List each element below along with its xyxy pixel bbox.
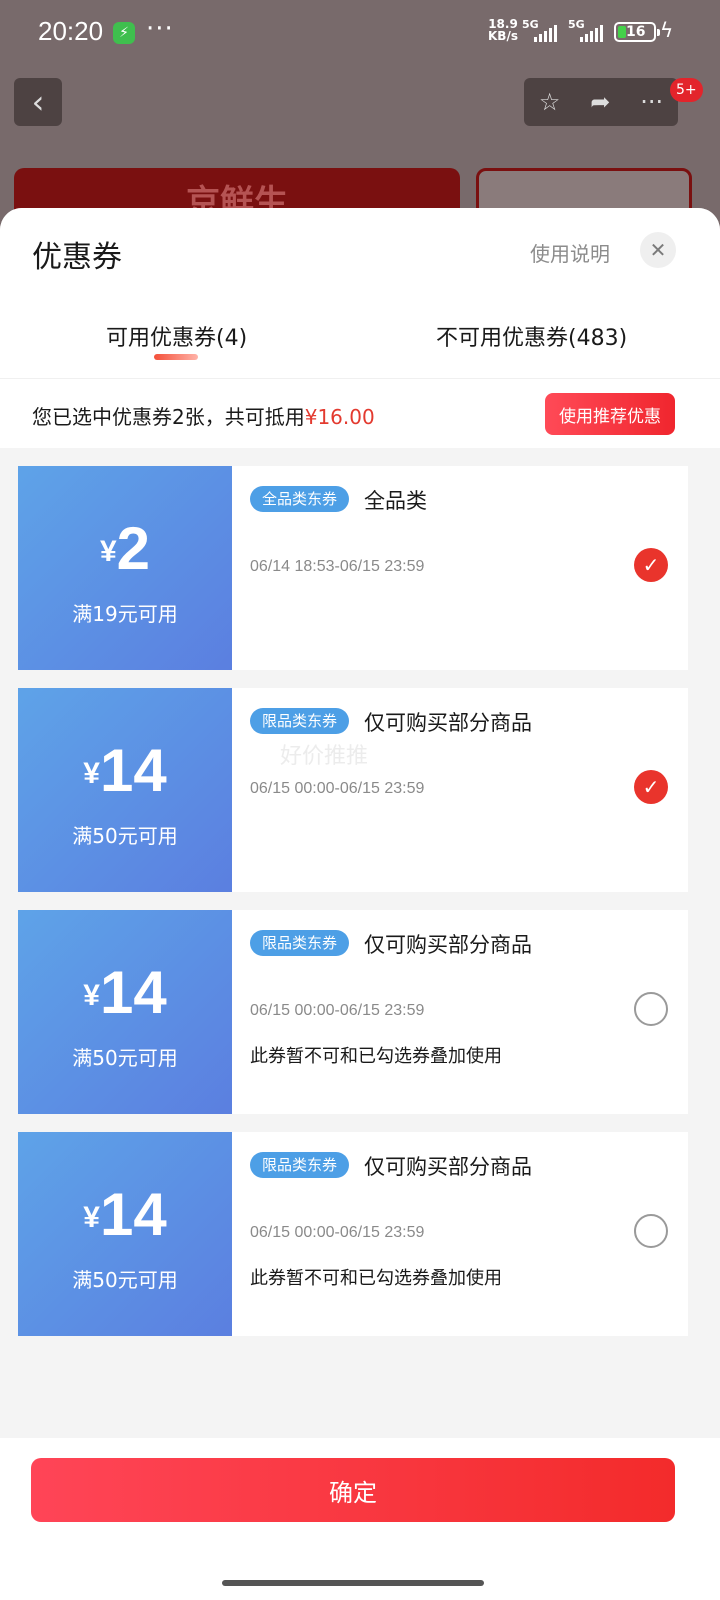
coupon-title: 全品类 xyxy=(364,489,427,513)
usage-instructions-link[interactable]: 使用说明 xyxy=(530,238,610,267)
coupon-checkbox-checked[interactable]: ✓ xyxy=(634,548,668,582)
coupon-title: 仅可购买部分商品 xyxy=(364,1155,532,1179)
coupon-value-panel: ¥14 满50元可用 xyxy=(14,688,232,892)
use-recommended-button[interactable]: 使用推荐优惠 xyxy=(545,393,675,435)
coupon-tag: 限品类东券 xyxy=(250,930,350,956)
coupon-details: 限品类东券 仅可购买部分商品 06/15 00:00-06/15 23:59 此… xyxy=(232,910,688,1114)
coupon-card[interactable]: ¥14 满50元可用 限品类东券 仅可购买部分商品 06/15 00:00-06… xyxy=(14,910,688,1114)
network-speed-unit: KB/s xyxy=(488,29,518,43)
coupon-list: ¥2 满19元可用 全品类东券 全品类 06/14 18:53-06/15 23… xyxy=(14,466,688,1354)
confirm-button[interactable]: 确定 xyxy=(31,1458,675,1522)
coupon-amount-value: 14 xyxy=(99,1181,167,1248)
coupon-stack-note: 此券暂不可和已勾选券叠加使用 xyxy=(250,1046,502,1067)
currency-symbol: ¥ xyxy=(83,757,100,790)
charging-app-icon: ⚡ xyxy=(113,22,135,44)
coupon-tag: 限品类东券 xyxy=(250,1152,350,1178)
top-action-group: ☆ ➦ ··· xyxy=(524,78,678,126)
coupon-amount: ¥2 xyxy=(18,514,232,583)
coupon-validity: 06/14 18:53-06/15 23:59 xyxy=(250,558,425,575)
coupon-value-panel: ¥14 满50元可用 xyxy=(14,1132,232,1336)
coupon-checkbox-checked[interactable]: ✓ xyxy=(634,770,668,804)
coupon-checkbox-unchecked[interactable] xyxy=(634,1214,668,1248)
star-icon[interactable]: ☆ xyxy=(539,88,561,116)
coupon-details: 限品类东券 仅可购买部分商品 06/15 00:00-06/15 23:59 此… xyxy=(232,1132,688,1336)
status-bar: 20:20 ⚡ ··· 18.9 KB/s 5G 5G 16 ϟ xyxy=(0,0,720,66)
close-button[interactable]: ✕ xyxy=(640,232,676,268)
coupon-amount: ¥14 xyxy=(18,1180,232,1249)
watermark: 好价推推 xyxy=(280,744,369,769)
status-time: 20:20 xyxy=(38,16,104,46)
tab-unavailable-coupons[interactable]: 不可用优惠券(483) xyxy=(436,320,627,352)
coupon-validity: 06/15 00:00-06/15 23:59 xyxy=(250,780,425,797)
coupon-amount-value: 2 xyxy=(116,515,151,582)
home-indicator[interactable] xyxy=(222,1580,484,1586)
coupon-checkbox-unchecked[interactable] xyxy=(634,992,668,1026)
coupon-title: 仅可购买部分商品 xyxy=(364,711,532,735)
selection-summary: 您已选中优惠券2张，共可抵用¥16.00 使用推荐优惠 xyxy=(0,378,720,448)
message-badge: 5+ xyxy=(670,78,703,102)
coupon-details: 全品类东券 全品类 06/14 18:53-06/15 23:59 ✓ xyxy=(232,466,688,670)
more-notifications-icon: ··· xyxy=(146,14,174,44)
coupon-condition: 满19元可用 xyxy=(72,602,178,626)
coupon-condition: 满50元可用 xyxy=(72,824,178,848)
back-button[interactable]: ‹ xyxy=(14,78,62,126)
currency-symbol: ¥ xyxy=(99,535,117,568)
summary-prefix: 您已选中优惠券2张，共可抵用 xyxy=(32,405,305,429)
coupon-amount-value: 14 xyxy=(99,737,167,804)
coupon-tag: 限品类东券 xyxy=(250,708,350,734)
signal-icon: 5G xyxy=(568,18,606,44)
coupon-card[interactable]: ¥2 满19元可用 全品类东券 全品类 06/14 18:53-06/15 23… xyxy=(14,466,688,670)
bottom-action-area: 确定 xyxy=(0,1438,720,1600)
charging-bolt-icon: ϟ xyxy=(660,18,674,42)
coupon-details: 限品类东券 仅可购买部分商品 好价推推 06/15 00:00-06/15 23… xyxy=(232,688,688,892)
sheet-header: 优惠券 使用说明 ✕ 可用优惠券(4) 不可用优惠券(483) xyxy=(0,208,720,378)
currency-symbol: ¥ xyxy=(83,1201,100,1234)
coupon-tag: 全品类东券 xyxy=(250,486,350,512)
network-speed: 18.9 KB/s xyxy=(488,18,518,42)
share-icon[interactable]: ➦ xyxy=(590,88,610,116)
coupon-card[interactable]: ¥14 满50元可用 限品类东券 仅可购买部分商品 好价推推 06/15 00:… xyxy=(14,688,688,892)
currency-symbol: ¥ xyxy=(83,979,100,1012)
signal-icon: 5G xyxy=(522,18,560,44)
coupon-card[interactable]: ¥14 满50元可用 限品类东券 仅可购买部分商品 06/15 00:00-06… xyxy=(14,1132,688,1336)
close-icon: ✕ xyxy=(649,238,667,262)
summary-text: 您已选中优惠券2张，共可抵用¥16.00 xyxy=(32,401,375,430)
coupon-validity: 06/15 00:00-06/15 23:59 xyxy=(250,1224,425,1241)
coupon-value-panel: ¥2 满19元可用 xyxy=(14,466,232,670)
battery-icon: 16 xyxy=(614,22,660,42)
coupon-amount: ¥14 xyxy=(18,736,232,805)
coupon-title: 仅可购买部分商品 xyxy=(364,933,532,957)
active-tab-indicator xyxy=(154,354,198,360)
sheet-title: 优惠券 xyxy=(32,240,122,275)
tab-available-coupons[interactable]: 可用优惠券(4) xyxy=(106,320,247,352)
summary-amount: ¥16.00 xyxy=(304,405,375,429)
more-icon[interactable]: ··· xyxy=(640,88,663,116)
coupon-stack-note: 此券暂不可和已勾选券叠加使用 xyxy=(250,1268,502,1289)
coupon-condition: 满50元可用 xyxy=(72,1046,178,1070)
coupon-condition: 满50元可用 xyxy=(72,1268,178,1292)
coupon-amount-value: 14 xyxy=(99,959,167,1026)
coupon-amount: ¥14 xyxy=(18,958,232,1027)
checkmark-icon: ✓ xyxy=(642,775,660,799)
coupon-value-panel: ¥14 满50元可用 xyxy=(14,910,232,1114)
coupon-sheet: 优惠券 使用说明 ✕ 可用优惠券(4) 不可用优惠券(483) 您已选中优惠券2… xyxy=(0,208,720,1600)
battery-level: 16 xyxy=(626,24,646,40)
checkmark-icon: ✓ xyxy=(642,553,660,577)
coupon-validity: 06/15 00:00-06/15 23:59 xyxy=(250,1002,425,1019)
